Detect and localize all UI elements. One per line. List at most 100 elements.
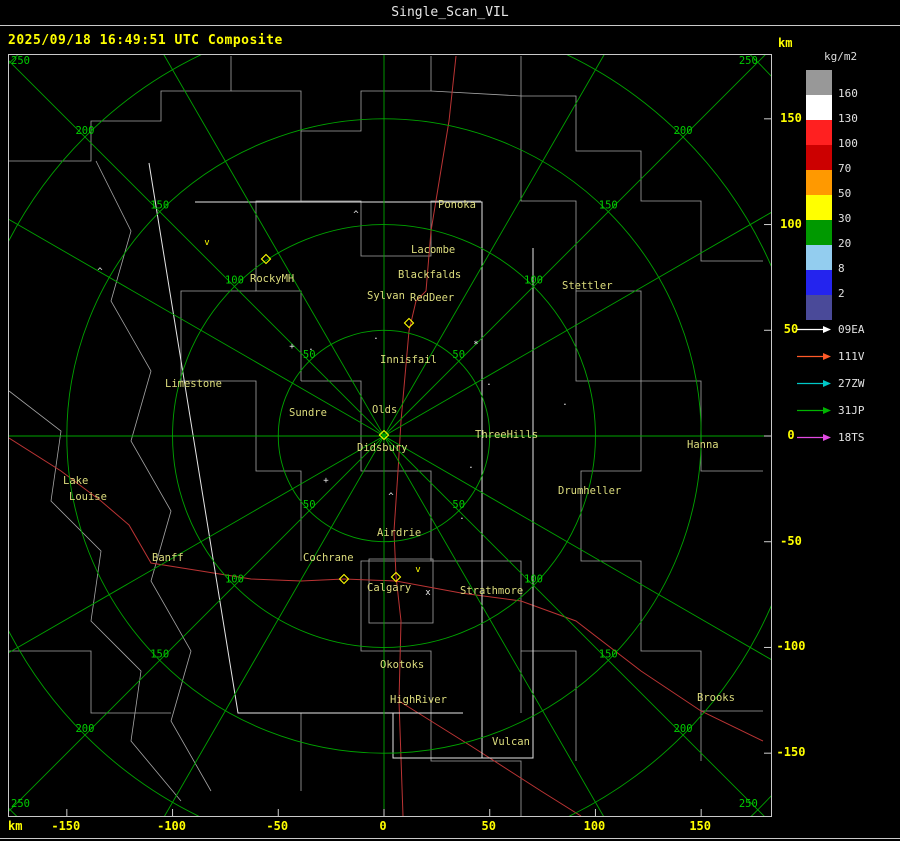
city-label-banff: Banff (152, 552, 184, 564)
range-label: 150 (150, 200, 169, 212)
colorbar-scale-value: 30 (838, 212, 852, 225)
colorbar-scale-value: 50 (838, 187, 852, 200)
storm-track-arrow-icon (797, 326, 831, 333)
legend-item-18TS: 18TS (796, 424, 896, 451)
spot-marker-icon: . (562, 398, 567, 408)
city-label-blackfalds: Blackfalds (398, 269, 461, 281)
legend-item-label: 09EA (838, 323, 865, 336)
spot-marker-icon: . (308, 343, 313, 353)
y-axis-label: -100 (776, 639, 806, 654)
x-axis-label: 0 (379, 819, 387, 833)
colorbar-scale-value: 130 (838, 112, 858, 125)
colorbar-swatch (806, 195, 832, 220)
colorbar-scale-value: 2 (838, 287, 845, 300)
city-label-sylvan: Sylvan (367, 290, 405, 302)
colorbar-swatch (806, 245, 832, 270)
spot-marker-icon: v (415, 565, 420, 575)
city-label-drumheller: Drumheller (558, 485, 621, 497)
radial-line (0, 435, 385, 821)
city-label-didsbury: Didsbury (357, 442, 408, 454)
x-axis-label: 50 (481, 819, 496, 833)
city-label-vulcan: Vulcan (492, 736, 530, 748)
spot-marker-icon: x (425, 588, 431, 598)
map-markers: v ^ ^ * + ... +. ^.. v x (97, 210, 567, 598)
city-label-lacombe: Lacombe (411, 244, 455, 256)
range-label: 50 (452, 349, 465, 361)
radial-line (0, 435, 385, 659)
city-label-lake: Lake (63, 475, 88, 487)
range-label: 250 (11, 798, 30, 810)
legend-item-27ZW: 27ZW (796, 370, 896, 397)
city-label-olds: Olds (372, 404, 397, 416)
colorbar-units-label: kg/m2 (824, 50, 858, 63)
range-label: 150 (599, 200, 618, 212)
storm-track-legend: 09EA 111V 27ZW 31JP 18TS (796, 316, 896, 451)
x-axis-label: -150 (51, 819, 81, 833)
radar-map[interactable]: 50 50 50 50 100 100 100 100 150 150 150 150 200 200 20… (0, 0, 900, 841)
spot-marker-icon: + (323, 476, 329, 486)
y-axis-label: 150 (780, 110, 802, 125)
city-label-sundre: Sundre (289, 407, 327, 419)
city-label-calgary: Calgary (367, 582, 411, 594)
city-label-brooks: Brooks (697, 692, 735, 704)
spot-marker-icon: * (473, 340, 478, 350)
colorbar-scale-value: 160 (838, 87, 858, 100)
colorbar-swatch (806, 220, 832, 245)
range-label: 250 (739, 798, 758, 810)
legend-item-label: 27ZW (838, 377, 865, 390)
colorbar-swatch (806, 95, 832, 120)
city-label-cochrane: Cochrane (303, 552, 354, 564)
colorbar-swatch (806, 145, 832, 170)
colorbar-scale-value: 100 (838, 137, 858, 150)
legend-item-label: 31JP (838, 404, 865, 417)
spot-marker-icon: ^ (97, 267, 103, 277)
city-label-ponoka: Ponoka (438, 199, 476, 211)
y-axis-label: 100 (780, 216, 802, 231)
range-label: 200 (674, 723, 693, 735)
colorbar-scale-value: 70 (838, 162, 852, 175)
range-label: 50 (452, 499, 465, 511)
window-titlebar: Single_Scan_VIL (0, 0, 900, 26)
radar-map-canvas: 50 5050 50100 100100 100150 150150 150200 20020… (0, 0, 900, 841)
range-label: 150 (150, 648, 169, 660)
spot-marker-icon: + (289, 342, 295, 352)
radial-line (149, 435, 385, 841)
storm-track-arrow-icon (797, 353, 831, 360)
city-label-threehills: ThreeHills (475, 429, 538, 441)
radar-site-marker-icon (403, 317, 415, 329)
colorbar-swatch (806, 170, 832, 195)
range-label: 250 (11, 55, 30, 67)
colorbar-scale-labels: 160 130 100 70 50 30 20 8 2 (838, 70, 878, 330)
x-axis-unit-label: km (8, 819, 23, 833)
x-axis-label: -50 (266, 819, 289, 833)
spot-marker-icon: ^ (353, 210, 359, 220)
range-label: 200 (75, 723, 94, 735)
city-label-hanna: Hanna (687, 439, 719, 451)
legend-item-label: 111V (838, 350, 865, 363)
colorbar-swatch (806, 120, 832, 145)
x-axis-label: -100 (157, 819, 186, 833)
timestamp-label: 2025/09/18 16:49:51 UTC Composite (8, 33, 283, 48)
range-label: 200 (674, 125, 693, 137)
x-axis-label: 150 (689, 819, 712, 833)
axis-tick-marks (66, 118, 771, 816)
storm-track-arrow-icon (797, 434, 831, 441)
colorbar-swatch (806, 70, 832, 95)
city-label-okotoks: Okotoks (380, 659, 424, 671)
city-label-airdrie: Airdrie (377, 527, 421, 539)
legend-item-label: 18TS (838, 431, 865, 444)
x-axis-label: 100 (583, 819, 606, 833)
city-label-stettler: Stettler (562, 280, 613, 292)
range-label: 100 (225, 274, 244, 286)
city-label-limestone: Limestone (165, 378, 222, 390)
range-label: 100 (225, 574, 244, 586)
colorbar-scale-value: 8 (838, 262, 845, 275)
range-label: 200 (75, 125, 94, 137)
spot-marker-icon: . (373, 332, 378, 342)
colorbar-swatch (806, 270, 832, 295)
colorbar (806, 70, 832, 320)
spot-marker-icon: . (459, 512, 464, 522)
y-axis-label: -150 (776, 745, 806, 760)
range-label: 250 (739, 55, 758, 67)
y-axis-label: -50 (780, 533, 802, 548)
